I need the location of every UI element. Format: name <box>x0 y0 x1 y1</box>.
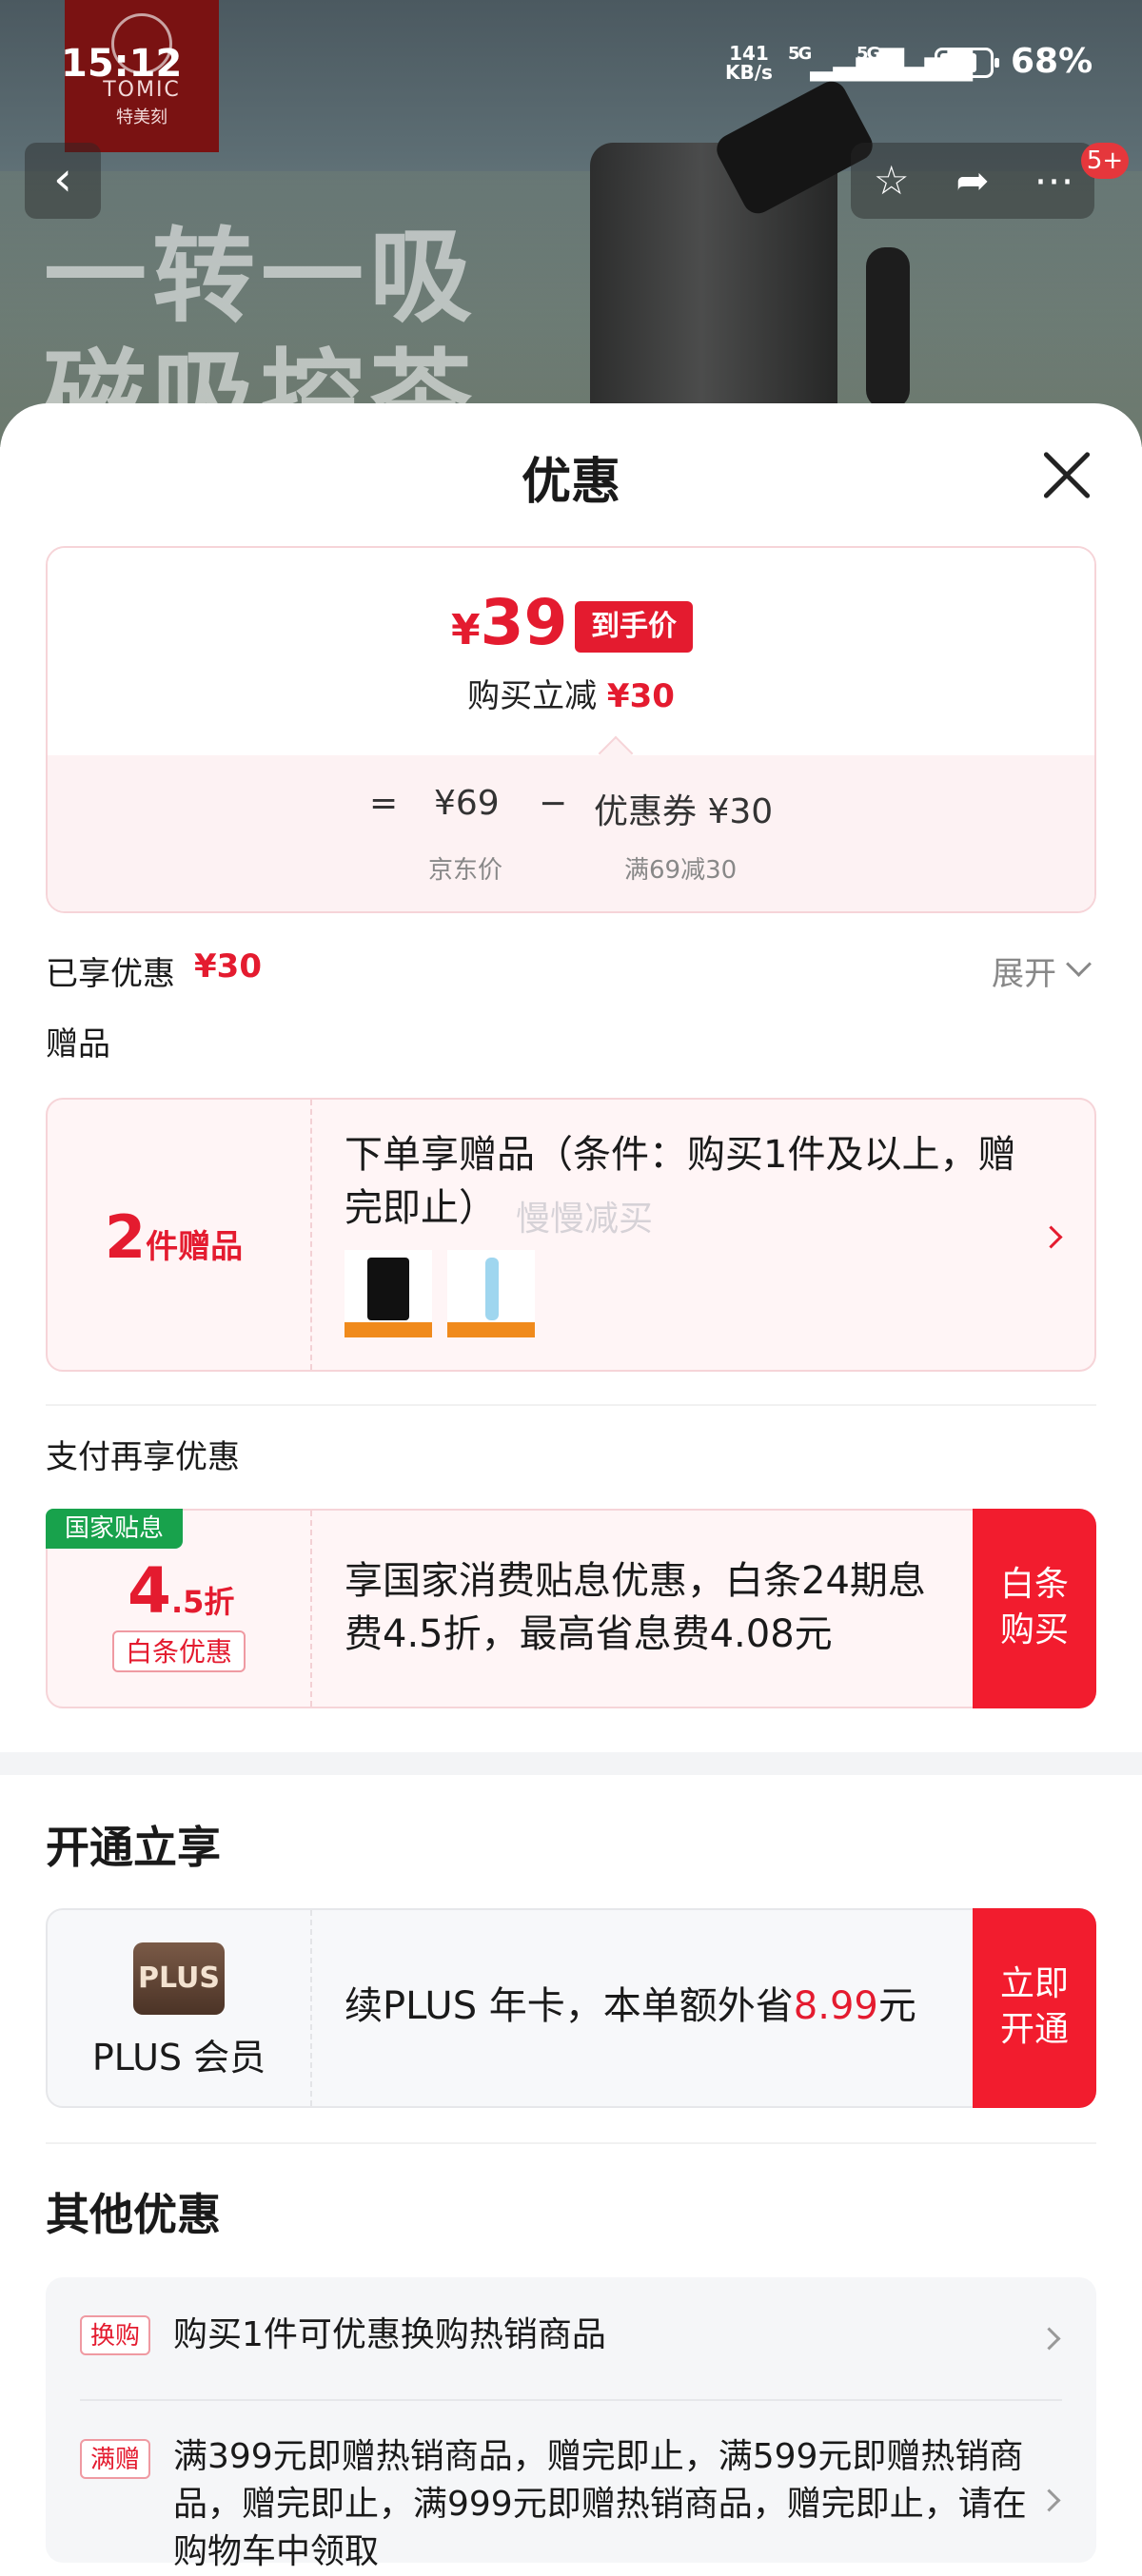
divider <box>46 1404 1096 1406</box>
plus-open-line2: 开通 <box>999 2010 1069 2049</box>
network-speed-unit: KB/s <box>725 61 773 84</box>
plus-heading: 开通立享 <box>46 1822 221 1873</box>
final-price: ¥39 <box>451 586 567 659</box>
plus-name: PLUS 会员 <box>91 2037 266 2078</box>
plus-card-left: PLUS PLUS 会员 <box>48 1910 312 2106</box>
gift-thumb-bag[interactable] <box>345 1250 432 1337</box>
reduce-line: 购买立减 ¥30 <box>48 670 1094 716</box>
chevron-right-icon <box>1039 1225 1063 1249</box>
payment-discount-card[interactable]: 国家贴息 4.5折 白条优惠 享国家消费贴息优惠，白条24期息费4.5折，最高省… <box>46 1509 1096 1708</box>
section-separator <box>0 1752 1142 1775</box>
chevron-left-icon: ‹ <box>53 151 72 206</box>
baitiao-buy-button[interactable]: 白条 购买 <box>973 1509 1096 1708</box>
jd-price: ¥69 <box>434 784 500 823</box>
plus-open-button[interactable]: 立即 开通 <box>973 1908 1096 2108</box>
star-icon: ☆ <box>873 157 910 204</box>
offer-text: 满399元即赠热销商品，赠完即止，满599元即赠热销商品，赠完即止，满999元即… <box>173 2437 1027 2571</box>
pay-description: 享国家消费贴息优惠，白条24期息费4.5折，最高省息费4.08元 <box>345 1559 926 1656</box>
sheet-title: 优惠 <box>521 454 620 511</box>
other-heading: 其他优惠 <box>46 2189 221 2240</box>
final-price-value: 39 <box>480 586 568 659</box>
more-icon: ⋯ <box>1034 157 1074 204</box>
gift-count-value: 2 <box>105 1202 147 1272</box>
currency-symbol: ¥ <box>451 606 481 654</box>
back-button[interactable]: ‹ <box>25 143 101 219</box>
gift-description: 下单享赠品（条件：购买1件及以上，赠完即止） <box>345 1133 1016 1230</box>
chevron-down-icon[interactable] <box>1066 951 1092 977</box>
price-breakdown: = ¥69 − 优惠券 ¥30 京东价 满69减30 <box>48 755 1094 911</box>
gov-subsidy-badge: 国家贴息 <box>46 1509 183 1549</box>
discount-rate: 4.5折 <box>128 1554 234 1628</box>
pay-card-left: 国家贴息 4.5折 白条优惠 <box>46 1509 312 1707</box>
price-card: ¥39 到手价 购买立减 ¥30 = ¥69 − 优惠券 ¥30 京东价 满69… <box>46 546 1096 913</box>
reduce-amount: ¥30 <box>606 677 675 715</box>
plus-text-after: 元 <box>877 1984 916 2028</box>
other-offers-list: 换购 购买1件可优惠换购热销商品 满赠 满399元即赠热销商品，赠完即止，满59… <box>46 2277 1096 2571</box>
header-actions: ☆ ➦ ⋯ <box>851 143 1094 219</box>
status-bar: 15:12 141 KB/s 5G▂▃▅▇ 5G▂▃▅▇ 68% <box>0 0 1142 133</box>
chevron-right-icon <box>1037 2488 1061 2512</box>
coupon-rule: 满69减30 <box>624 856 738 885</box>
pay-section-label: 支付再享优惠 <box>46 1438 240 1476</box>
baitiao-tag: 白条优惠 <box>112 1630 246 1672</box>
baitiao-buy-line1: 白条 <box>999 1565 1069 1604</box>
plus-description: 续PLUS 年卡，本单额外省8.99元 <box>345 1975 916 2030</box>
coupon-amount: 优惠券 ¥30 <box>594 792 774 831</box>
product-strap <box>866 247 910 409</box>
plus-text-before: 续PLUS 年卡，本单额外省 <box>345 1984 794 2028</box>
plus-amount: 8.99 <box>793 1984 878 2028</box>
divider <box>80 2399 1062 2401</box>
network-speed-value: 141 <box>729 42 769 65</box>
expand-button[interactable]: 展开 <box>992 947 1056 994</box>
battery-icon <box>935 48 999 78</box>
divider <box>46 2142 1096 2144</box>
final-price-tag: 到手价 <box>575 601 693 653</box>
gift-thumb-brush[interactable] <box>447 1250 535 1337</box>
discount-small: .5折 <box>170 1584 235 1620</box>
gift-card-left: 2件赠品 <box>48 1100 312 1370</box>
discount-big: 4 <box>128 1554 171 1628</box>
gift-section-label: 赠品 <box>46 1025 110 1064</box>
minus-sign: − <box>539 784 568 823</box>
gift-count-suffix: 件赠品 <box>146 1228 244 1266</box>
gift-count: 2件赠品 <box>105 1202 243 1272</box>
reduce-label: 购买立减 <box>467 677 598 715</box>
battery-percent: 68% <box>1011 42 1093 81</box>
watermark: 慢慢减买 <box>516 1200 654 1239</box>
share-icon: ➦ <box>955 157 990 204</box>
plus-open-line1: 立即 <box>999 1964 1069 2003</box>
enjoyed-amount: ¥30 <box>194 947 262 986</box>
enjoyed-label: 已享优惠 <box>46 955 175 993</box>
bag-icon <box>367 1258 409 1320</box>
hero-slogan-line1: 一转一吸 <box>44 218 479 337</box>
price-card-top: ¥39 到手价 购买立减 ¥30 <box>48 548 1094 755</box>
baitiao-buy-line2: 购买 <box>999 1610 1069 1649</box>
plus-logo-icon: PLUS <box>133 1942 225 2015</box>
jd-price-label: 京东价 <box>428 856 503 885</box>
close-icon[interactable] <box>1041 449 1093 500</box>
offer-tag: 满赠 <box>80 2439 150 2479</box>
share-button[interactable]: ➦ <box>932 143 1013 219</box>
status-time: 15:12 <box>61 42 183 86</box>
gift-card[interactable]: 2件赠品 下单享赠品（条件：购买1件及以上，赠完即止） 慢慢减买 <box>46 1098 1096 1372</box>
offer-tag: 换购 <box>80 2315 150 2355</box>
message-badge: 5+ <box>1081 143 1129 179</box>
offer-text: 购买1件可优惠换购热销商品 <box>173 2315 606 2354</box>
chevron-right-icon <box>1037 2327 1061 2351</box>
brush-icon <box>485 1258 499 1320</box>
network-speed: 141 KB/s <box>725 44 773 82</box>
plus-card[interactable]: PLUS PLUS 会员 续PLUS 年卡，本单额外省8.99元 立即 开通 <box>46 1908 1096 2108</box>
equals-sign: = <box>369 784 399 823</box>
favorite-button[interactable]: ☆ <box>851 143 932 219</box>
